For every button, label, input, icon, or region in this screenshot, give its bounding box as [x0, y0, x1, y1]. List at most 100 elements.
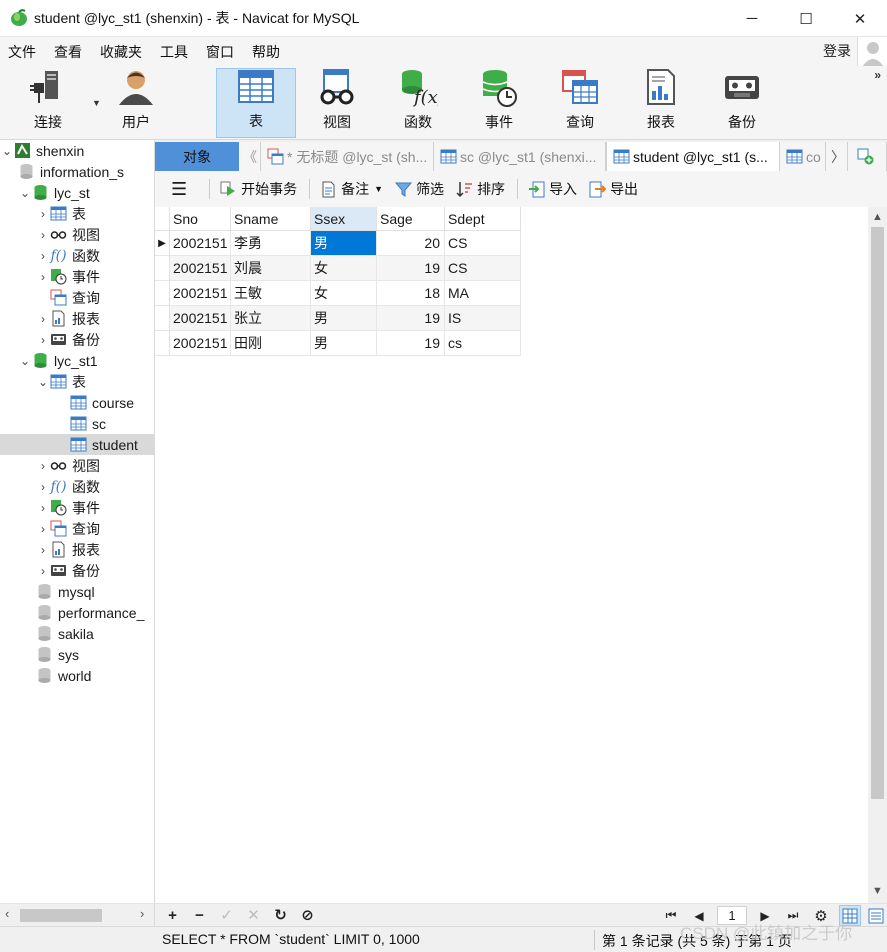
export-button[interactable]: 导出	[589, 179, 638, 199]
table-row[interactable]: 2002151 李勇 男 20 CS	[170, 231, 521, 256]
table-row[interactable]: 2002151 王敏 女 18 MA	[170, 281, 521, 306]
chevron-down-icon[interactable]: ⌄	[0, 144, 14, 158]
cell-sname[interactable]: 王敏	[231, 281, 311, 306]
menu-view[interactable]: 查看	[45, 42, 91, 62]
cell-sno[interactable]: 2002151	[170, 331, 231, 356]
tree-lyc-st-events[interactable]: › 事件	[0, 266, 154, 287]
grid-vertical-scrollbar[interactable]: ▲ ▼	[868, 207, 887, 903]
toolbar-view-button[interactable]: 视图	[297, 68, 377, 138]
chevron-right-icon[interactable]: ›	[36, 480, 50, 494]
toolbar-overflow-button[interactable]: »	[874, 68, 881, 82]
chevron-down-icon[interactable]: ⌄	[18, 186, 32, 200]
note-button[interactable]: 备注 ▼	[320, 179, 383, 199]
sidebar-horizontal-scrollbar[interactable]: ‹ ›	[0, 903, 155, 926]
cell-ssex[interactable]: 男	[311, 331, 377, 356]
cell-sname[interactable]: 刘晨	[231, 256, 311, 281]
apply-changes-button[interactable]: ✓	[213, 906, 240, 924]
toolbar-backup-button[interactable]: 备份	[702, 68, 782, 138]
cell-ssex[interactable]: 男	[311, 231, 377, 256]
cell-sage[interactable]: 19	[377, 256, 445, 281]
column-header-sno[interactable]: Sno	[170, 207, 231, 231]
scroll-left-icon[interactable]: ‹	[5, 906, 9, 921]
scroll-right-icon[interactable]: ›	[140, 906, 144, 921]
table-row[interactable]: 2002151 张立 男 19 IS	[170, 306, 521, 331]
new-tab-button[interactable]	[848, 142, 887, 171]
tree-db-sakila[interactable]: sakila	[0, 623, 154, 644]
toolbar-user-button[interactable]: 用户	[96, 68, 176, 138]
tree-connection-shenxin[interactable]: ⌄ shenxin	[0, 140, 154, 161]
cell-sage[interactable]: 19	[377, 306, 445, 331]
tree-lyc-st-backups[interactable]: › 备份	[0, 329, 154, 350]
tree-db-lyc-st1[interactable]: ⌄ lyc_st1	[0, 350, 154, 371]
login-link[interactable]: 登录	[823, 37, 851, 66]
chevron-down-icon[interactable]: ⌄	[36, 375, 50, 389]
current-row-indicator[interactable]: ▶	[155, 231, 170, 256]
scroll-up-icon[interactable]: ▲	[872, 211, 883, 223]
row-indicator[interactable]	[155, 256, 170, 281]
tab-untitled-query[interactable]: * 无标题 @lyc_st (sh...	[261, 142, 434, 171]
tree-table-course[interactable]: course	[0, 392, 154, 413]
tab-sc[interactable]: sc @lyc_st1 (shenxi...	[434, 142, 606, 171]
cell-ssex[interactable]: 女	[311, 256, 377, 281]
column-header-sname[interactable]: Sname	[231, 207, 311, 231]
tree-lyc-st-functions[interactable]: › f() 函数	[0, 245, 154, 266]
chevron-right-icon[interactable]: ›	[36, 564, 50, 578]
chevron-right-icon[interactable]: ›	[36, 501, 50, 515]
cell-sdept[interactable]: CS	[445, 256, 521, 281]
cell-sno[interactable]: 2002151	[170, 306, 231, 331]
scrollbar-thumb[interactable]	[871, 227, 884, 799]
cell-sage[interactable]: 19	[377, 331, 445, 356]
discard-changes-button[interactable]: ✕	[240, 906, 267, 924]
toolbar-event-button[interactable]: 事件	[459, 68, 539, 138]
tree-table-student[interactable]: student	[0, 434, 154, 455]
menu-help[interactable]: 帮助	[243, 42, 289, 62]
cell-sname[interactable]: 张立	[231, 306, 311, 331]
row-indicator[interactable]	[155, 306, 170, 331]
column-header-ssex[interactable]: Ssex	[311, 207, 377, 231]
tree-lyc-st-tables[interactable]: › 表	[0, 203, 154, 224]
chevron-right-icon[interactable]: ›	[36, 522, 50, 536]
tree-table-sc[interactable]: sc	[0, 413, 154, 434]
tree-lyc-st-views[interactable]: › 视图	[0, 224, 154, 245]
tab-objects[interactable]: 对象	[155, 142, 239, 171]
tree-db-information-schema[interactable]: information_s	[0, 161, 154, 182]
row-indicator[interactable]	[155, 331, 170, 356]
tab-course[interactable]: co	[780, 142, 826, 171]
tree-lyc-st1-events[interactable]: › 事件	[0, 497, 154, 518]
hamburger-menu-button[interactable]: ☰	[171, 179, 187, 200]
avatar[interactable]	[857, 37, 887, 67]
row-indicator[interactable]	[155, 281, 170, 306]
dropdown-arrow-icon[interactable]: ▼	[374, 184, 383, 194]
chevron-down-icon[interactable]: ⌄	[18, 354, 32, 368]
cell-sage[interactable]: 18	[377, 281, 445, 306]
cell-sdept[interactable]: CS	[445, 231, 521, 256]
cell-sname[interactable]: 田刚	[231, 331, 311, 356]
column-header-sdept[interactable]: Sdept	[445, 207, 521, 231]
cell-sage[interactable]: 20	[377, 231, 445, 256]
grid-corner[interactable]	[155, 207, 170, 231]
tree-db-sys[interactable]: sys	[0, 644, 154, 665]
filter-button[interactable]: 筛选	[395, 179, 444, 199]
add-record-button[interactable]: +	[159, 907, 186, 924]
table-row[interactable]: 2002151 田刚 男 19 cs	[170, 331, 521, 356]
sort-button[interactable]: 排序	[456, 179, 505, 199]
cell-sno[interactable]: 2002151	[170, 231, 231, 256]
tree-lyc-st1-functions[interactable]: › f() 函数	[0, 476, 154, 497]
tree-lyc-st-reports[interactable]: › 报表	[0, 308, 154, 329]
refresh-button[interactable]: ↻	[267, 906, 294, 924]
menu-file[interactable]: 文件	[0, 42, 45, 62]
menu-window[interactable]: 窗口	[197, 42, 243, 62]
tree-lyc-st-queries[interactable]: 查询	[0, 287, 154, 308]
tabs-scroll-left-button[interactable]: 《	[239, 142, 261, 171]
menu-favorites[interactable]: 收藏夹	[91, 42, 151, 62]
toolbar-report-button[interactable]: 报表	[621, 68, 701, 138]
cell-sdept[interactable]: cs	[445, 331, 521, 356]
column-header-sage[interactable]: Sage	[377, 207, 445, 231]
tree-lyc-st1-views[interactable]: › 视图	[0, 455, 154, 476]
tabs-scroll-right-button[interactable]: 〉	[826, 142, 848, 171]
tree-lyc-st1-backups[interactable]: › 备份	[0, 560, 154, 581]
tree-lyc-st1-queries[interactable]: › 查询	[0, 518, 154, 539]
tree-db-lyc-st[interactable]: ⌄ lyc_st	[0, 182, 154, 203]
cell-sno[interactable]: 2002151	[170, 256, 231, 281]
cell-sdept[interactable]: MA	[445, 281, 521, 306]
